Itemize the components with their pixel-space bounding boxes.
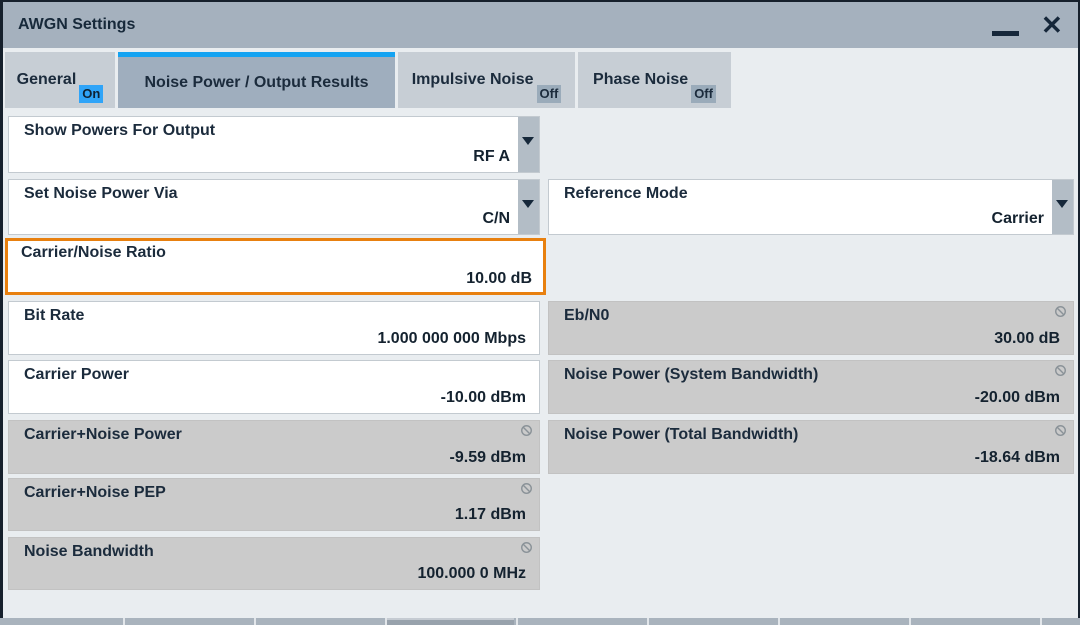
field-value: -18.64 dBm xyxy=(974,449,1060,466)
softkey-segment-active xyxy=(387,618,514,625)
readonly-prohibition-icon xyxy=(521,542,532,553)
field-set-noise-power-via[interactable]: Set Noise Power Via C/N xyxy=(8,179,540,235)
window-border-left xyxy=(0,0,3,618)
dropdown-button[interactable] xyxy=(1052,180,1073,234)
field-noise-power-total-bandwidth: Noise Power (Total Bandwidth) -18.64 dBm xyxy=(548,420,1074,474)
softkey-separator xyxy=(123,618,125,625)
tab-general[interactable]: General On xyxy=(5,52,115,108)
field-label: Bit Rate xyxy=(24,307,85,324)
tab-label: Noise Power / Output Results xyxy=(144,73,369,91)
tab-general-state-badge: On xyxy=(79,85,104,103)
field-carrier-power[interactable]: Carrier Power -10.00 dBm xyxy=(8,360,540,414)
field-reference-mode[interactable]: Reference Mode Carrier xyxy=(548,179,1074,235)
minimize-icon xyxy=(992,31,1019,36)
tab-phase-noise[interactable]: Phase Noise Off xyxy=(578,52,731,108)
field-label: Carrier/Noise Ratio xyxy=(21,244,166,261)
tab-impulsive-noise[interactable]: Impulsive Noise Off xyxy=(398,52,575,108)
dropdown-button[interactable] xyxy=(518,180,539,234)
field-label: Reference Mode xyxy=(564,185,688,202)
readonly-prohibition-icon xyxy=(521,483,532,494)
field-label: Noise Power (Total Bandwidth) xyxy=(564,426,799,443)
field-label: Carrier Power xyxy=(24,366,129,383)
tab-impulsive-noise-state-badge: Off xyxy=(536,85,562,103)
field-label: Eb/N0 xyxy=(564,307,610,324)
field-value: 100.000 0 MHz xyxy=(417,565,526,582)
readonly-prohibition-icon xyxy=(1055,365,1066,376)
tab-noise-power-output-results[interactable]: Noise Power / Output Results xyxy=(118,52,395,108)
field-value: 30.00 dB xyxy=(994,330,1060,347)
dropdown-button[interactable] xyxy=(518,117,539,172)
close-icon: ✕ xyxy=(1041,10,1063,40)
chevron-down-icon xyxy=(1056,200,1068,208)
field-value: 1.17 dBm xyxy=(454,506,526,523)
softkey-separator xyxy=(385,618,387,625)
field-noise-power-system-bandwidth: Noise Power (System Bandwidth) -20.00 dB… xyxy=(548,360,1074,414)
chevron-down-icon xyxy=(522,137,534,145)
field-value: 10.00 dB xyxy=(466,270,532,287)
field-label: Set Noise Power Via xyxy=(24,185,178,202)
field-value: -20.00 dBm xyxy=(974,389,1060,406)
tab-phase-noise-state-badge: Off xyxy=(691,85,716,103)
field-label: Noise Bandwidth xyxy=(24,543,154,560)
softkey-separator xyxy=(909,618,911,625)
softkey-separator xyxy=(1040,618,1042,625)
readonly-prohibition-icon xyxy=(1055,425,1066,436)
softkey-separator xyxy=(516,618,518,625)
readonly-prohibition-icon xyxy=(521,425,532,436)
softkey-separator xyxy=(647,618,649,625)
tab-label: General xyxy=(16,71,77,88)
tab-bar: General On Noise Power / Output Results … xyxy=(5,52,731,108)
field-bit-rate[interactable]: Bit Rate 1.000 000 000 Mbps xyxy=(8,301,540,355)
dialog-title: AWGN Settings xyxy=(18,16,136,33)
minimize-button[interactable] xyxy=(988,14,1024,40)
chevron-down-icon xyxy=(522,200,534,208)
field-value: -9.59 dBm xyxy=(449,449,526,466)
title-bar: AWGN Settings ✕ xyxy=(3,2,1078,48)
awgn-settings-dialog: AWGN Settings ✕ General On Noise Power /… xyxy=(0,0,1080,625)
field-eb-n0: Eb/N0 30.00 dB xyxy=(548,301,1074,355)
softkey-separator xyxy=(254,618,256,625)
field-carrier-noise-ratio[interactable]: Carrier/Noise Ratio 10.00 dB xyxy=(5,238,546,295)
softkey-separator xyxy=(778,618,780,625)
field-value: -10.00 dBm xyxy=(440,389,526,406)
softkey-bar-edge xyxy=(0,618,1080,625)
tab-label: Impulsive Noise xyxy=(411,71,534,88)
tab-label: Phase Noise xyxy=(593,71,689,88)
field-label: Show Powers For Output xyxy=(24,122,216,139)
field-carrier-noise-power: Carrier+Noise Power -9.59 dBm xyxy=(8,420,540,474)
field-label: Noise Power (System Bandwidth) xyxy=(564,366,819,383)
field-show-powers-for-output[interactable]: Show Powers For Output RF A xyxy=(8,116,540,173)
readonly-prohibition-icon xyxy=(1055,306,1066,317)
field-value: C/N xyxy=(482,210,510,227)
field-label: Carrier+Noise Power xyxy=(24,426,182,443)
field-noise-bandwidth: Noise Bandwidth 100.000 0 MHz xyxy=(8,537,540,590)
field-label: Carrier+Noise PEP xyxy=(24,484,166,501)
field-value: RF A xyxy=(473,148,510,165)
field-carrier-noise-pep: Carrier+Noise PEP 1.17 dBm xyxy=(8,478,540,531)
active-tab-stripe xyxy=(118,52,395,57)
field-value: 1.000 000 000 Mbps xyxy=(377,330,526,347)
field-value: Carrier xyxy=(991,210,1044,227)
close-button[interactable]: ✕ xyxy=(1035,8,1071,42)
